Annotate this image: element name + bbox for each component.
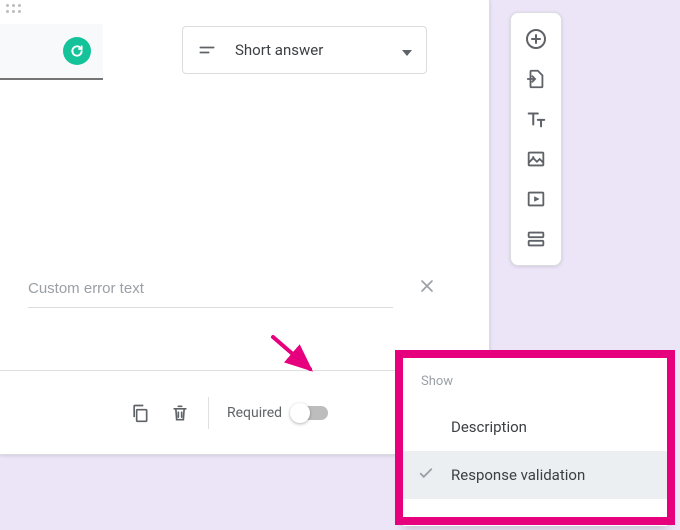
required-label: Required: [227, 405, 282, 421]
title-icon: [525, 108, 547, 130]
menu-item-label: Description: [451, 418, 527, 436]
section-icon: [525, 228, 547, 250]
add-video-button[interactable]: [518, 181, 554, 217]
menu-item-description[interactable]: Description: [403, 403, 667, 451]
duplicate-button[interactable]: [120, 393, 160, 433]
custom-error-input[interactable]: [28, 280, 393, 297]
trash-icon: [170, 403, 190, 423]
plus-circle-icon: [524, 27, 548, 51]
toggle-knob: [290, 403, 310, 423]
floating-toolbar: [510, 12, 562, 266]
add-question-button[interactable]: [518, 21, 554, 57]
grammarly-icon[interactable]: [63, 37, 91, 65]
duplicate-icon: [130, 403, 150, 423]
more-options-menu: Show Description Response validation: [403, 358, 667, 526]
add-image-button[interactable]: [518, 141, 554, 177]
add-section-button[interactable]: [518, 221, 554, 257]
caret-down-icon: [402, 41, 412, 60]
short-answer-icon: [197, 40, 217, 60]
menu-section-label: Show: [403, 358, 667, 403]
add-title-button[interactable]: [518, 101, 554, 137]
import-questions-button[interactable]: [518, 61, 554, 97]
question-type-label: Short answer: [235, 41, 402, 59]
close-icon: [417, 276, 437, 296]
footer-separator: [208, 397, 209, 429]
image-icon: [525, 148, 547, 170]
menu-item-response-validation[interactable]: Response validation: [403, 451, 667, 499]
import-icon: [525, 68, 547, 90]
required-toggle[interactable]: [292, 406, 328, 420]
video-icon: [525, 188, 547, 210]
delete-button[interactable]: [160, 393, 200, 433]
drag-handle-icon[interactable]: [6, 4, 21, 13]
menu-item-label: Response validation: [451, 466, 585, 484]
custom-error-field-wrap: [28, 270, 393, 308]
question-input[interactable]: [0, 24, 103, 80]
clear-error-button[interactable]: [417, 276, 437, 301]
check-icon: [417, 464, 435, 486]
question-type-select[interactable]: Short answer: [182, 26, 427, 74]
